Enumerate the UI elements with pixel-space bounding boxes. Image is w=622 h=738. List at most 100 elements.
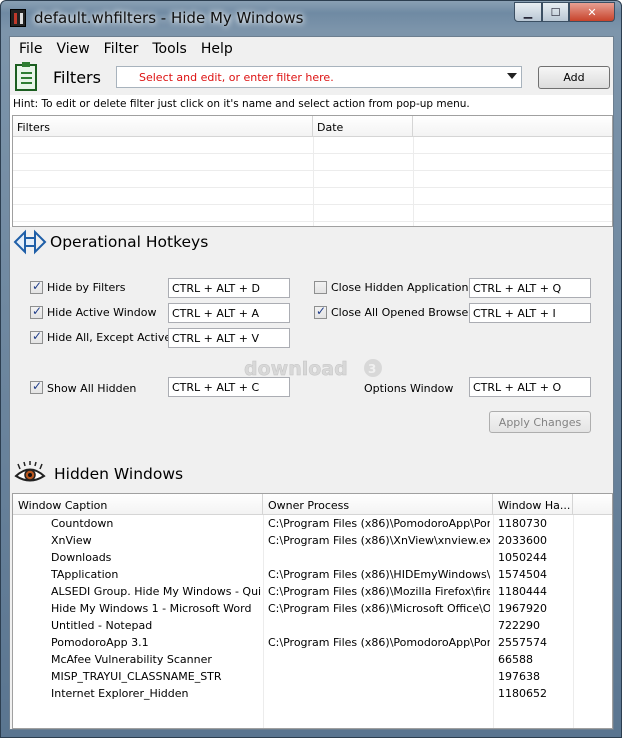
close-hidden-applications-checkbox[interactable] [314, 281, 327, 294]
app-icon [10, 9, 26, 27]
options-window-label: Options Window [364, 382, 454, 395]
owner-process-cell [268, 685, 490, 702]
hide-by-filters-hotkey[interactable]: CTRL + ALT + D [168, 278, 290, 298]
hide-all-except-active-label[interactable]: Hide All, Except Active [47, 331, 171, 344]
caption-buttons: ▁ ☐ ✕ [514, 2, 615, 22]
menu-bar: File View Filter Tools Help [10, 37, 613, 61]
window-handle-cell: 1180444 [498, 585, 547, 598]
table-row[interactable]: TApplication C:\Program Files (x86)\HIDEm… [13, 566, 573, 583]
column-divider [413, 137, 414, 226]
menu-tools[interactable]: Tools [145, 41, 194, 57]
eye-icon [14, 461, 46, 482]
client-area: File View Filter Tools Help Filters Add … [9, 36, 614, 730]
hide-all-except-active-hotkey[interactable]: CTRL + ALT + V [168, 328, 290, 348]
svg-text:3: 3 [368, 362, 376, 376]
close-button[interactable]: ✕ [569, 2, 615, 22]
chevron-down-icon[interactable] [507, 73, 517, 79]
menu-file[interactable]: File [12, 41, 49, 57]
column-header-window-handle[interactable]: Window Ha... [493, 494, 573, 515]
window-handle-cell: 1050244 [498, 551, 547, 564]
window-caption-cell: Countdown [51, 517, 114, 530]
window-caption-cell: MISP_TRAYUI_CLASSNAME_STR [51, 670, 222, 683]
window-title: default.whfilters - Hide My Windows [34, 9, 304, 27]
column-header-window-caption[interactable]: Window Caption [13, 494, 263, 515]
column-header-empty [573, 494, 612, 515]
window-handle-cell: 1967920 [498, 602, 547, 615]
hint-text: Hint: To edit or delete filter just clic… [13, 98, 470, 110]
window-handle-cell: 722290 [498, 619, 540, 632]
hide-active-window-checkbox[interactable] [30, 304, 43, 319]
close-icon: ✕ [587, 5, 597, 19]
table-row[interactable]: Untitled - Notepad 722290 [13, 617, 573, 634]
window-caption-cell: XnView [51, 534, 92, 547]
window-caption-cell: PomodoroApp 3.1 [51, 636, 149, 649]
column-header-filters[interactable]: Filters [13, 116, 313, 137]
close-all-opened-browsers-label[interactable]: Close All Opened Browsers [331, 306, 479, 319]
filters-label: Filters [53, 68, 101, 87]
owner-process-cell: C:\Program Files (x86)\PomodoroApp\Pom..… [268, 636, 490, 649]
table-row[interactable]: Hide My Windows 1 - Microsoft Word C:\Pro… [13, 600, 573, 617]
minimize-button[interactable]: ▁ [514, 2, 542, 22]
menu-help[interactable]: Help [194, 41, 240, 57]
table-row[interactable]: MISP_TRAYUI_CLASSNAME_STR 197638 [13, 668, 573, 685]
close-all-opened-browsers-hotkey[interactable]: CTRL + ALT + I [469, 303, 591, 323]
filter-combobox[interactable] [116, 66, 522, 88]
window-handle-cell: 197638 [498, 670, 540, 683]
window-handle-cell: 1180652 [498, 687, 547, 700]
menu-view[interactable]: View [49, 41, 96, 57]
table-row[interactable]: PomodoroApp 3.1 C:\Program Files (x86)\Po… [13, 634, 573, 651]
apply-changes-button[interactable]: Apply Changes [489, 411, 591, 433]
hide-active-window-label[interactable]: Hide Active Window [47, 306, 156, 319]
table-row[interactable]: Countdown C:\Program Files (x86)\Pomodoro… [13, 515, 573, 532]
window-caption-cell: Internet Explorer_Hidden [51, 687, 189, 700]
window-handle-cell: 66588 [498, 653, 533, 666]
window-caption-cell: Hide My Windows 1 - Microsoft Word [51, 602, 252, 615]
owner-process-cell: C:\Program Files (x86)\Mozilla Firefox\f… [268, 585, 490, 598]
table-row[interactable]: Downloads 1050244 [13, 549, 573, 566]
show-all-hidden-checkbox[interactable] [30, 379, 43, 394]
title-bar[interactable]: default.whfilters - Hide My Windows ▁ ☐ … [1, 1, 621, 35]
minimize-icon: ▁ [523, 5, 533, 19]
hide-by-filters-label[interactable]: Hide by Filters [47, 281, 126, 294]
filter-toolbar: Filters Add [10, 61, 613, 95]
watermark-text: download [244, 358, 348, 380]
owner-process-cell: C:\Program Files (x86)\PomodoroApp\Pom..… [268, 517, 490, 530]
hidden-windows-table[interactable]: Window Caption Owner Process Window Ha..… [12, 493, 613, 729]
clipboard-icon [15, 62, 37, 91]
close-hidden-applications-label[interactable]: Close Hidden Applications [331, 281, 474, 294]
column-divider [573, 515, 574, 728]
maximize-icon: ☐ [550, 5, 561, 19]
owner-process-cell: C:\Program Files (x86)\Microsoft Office\… [268, 602, 490, 615]
hide-by-filters-checkbox[interactable] [30, 279, 43, 294]
window-caption-cell: Untitled - Notepad [51, 619, 153, 632]
column-header-empty [413, 116, 612, 137]
window-caption-cell: McAfee Vulnerability Scanner [51, 653, 212, 666]
window-handle-cell: 2557574 [498, 636, 547, 649]
filter-input[interactable] [117, 67, 503, 87]
hide-active-window-hotkey[interactable]: CTRL + ALT + A [168, 303, 290, 323]
hotkeys-title: Operational Hotkeys [50, 233, 209, 251]
app-window: default.whfilters - Hide My Windows ▁ ☐ … [0, 0, 622, 738]
owner-process-cell [268, 651, 490, 668]
column-divider [313, 137, 314, 226]
close-hidden-applications-hotkey[interactable]: CTRL + ALT + Q [469, 278, 591, 298]
hide-all-except-active-checkbox[interactable] [30, 329, 43, 344]
close-all-opened-browsers-checkbox[interactable] [314, 304, 327, 319]
maximize-button[interactable]: ☐ [542, 2, 569, 22]
table-row[interactable]: Internet Explorer_Hidden 1180652 [13, 685, 573, 702]
table-row[interactable]: XnView C:\Program Files (x86)\XnView\xnvi… [13, 532, 573, 549]
show-all-hidden-label[interactable]: Show All Hidden [47, 382, 136, 395]
table-row[interactable]: McAfee Vulnerability Scanner 66588 [13, 651, 573, 668]
add-filter-button[interactable]: Add [538, 66, 610, 89]
table-row[interactable]: ALSEDI Group. Hide My Windows - Quic... C… [13, 583, 573, 600]
arrows-icon [13, 229, 47, 255]
column-header-owner-process[interactable]: Owner Process [263, 494, 493, 515]
filters-table[interactable]: Filters Date [12, 115, 613, 227]
menu-filter[interactable]: Filter [97, 41, 146, 57]
owner-process-cell [268, 549, 490, 566]
options-window-hotkey[interactable]: CTRL + ALT + O [469, 377, 591, 397]
column-header-date[interactable]: Date [313, 116, 413, 137]
download-watermark-logo: download 3 [242, 355, 392, 383]
hidden-windows-title: Hidden Windows [54, 465, 184, 483]
window-caption-cell: ALSEDI Group. Hide My Windows - Quic... [51, 585, 261, 598]
